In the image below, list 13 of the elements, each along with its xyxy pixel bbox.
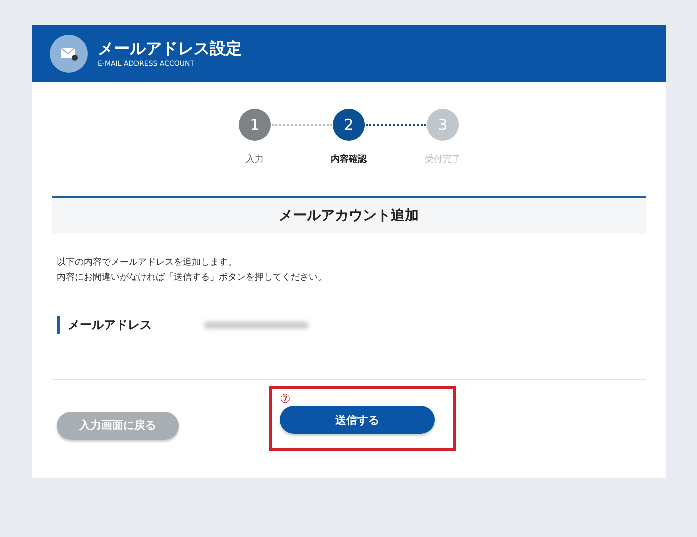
page-title: メールアドレス設定 xyxy=(98,38,242,58)
step-number: 3 xyxy=(427,109,459,141)
section-title: メールアカウント追加 xyxy=(52,196,646,234)
annotation-number: ⑦ xyxy=(280,392,291,406)
step-number: 2 xyxy=(333,109,365,141)
step-label: 受付完了 xyxy=(425,154,461,166)
step-label: 内容確認 xyxy=(331,153,367,166)
instruction-text: 以下の内容でメールアドレスを追加します。 内容にお間違いがなければ「送信する」ボタンを押してください。 xyxy=(57,256,328,285)
step-label: 入力 xyxy=(246,154,264,166)
submit-button[interactable]: 送信する xyxy=(280,406,435,434)
field-label: メールアドレス xyxy=(57,316,152,334)
step-number: 1 xyxy=(239,109,271,141)
mail-icon xyxy=(50,34,88,72)
